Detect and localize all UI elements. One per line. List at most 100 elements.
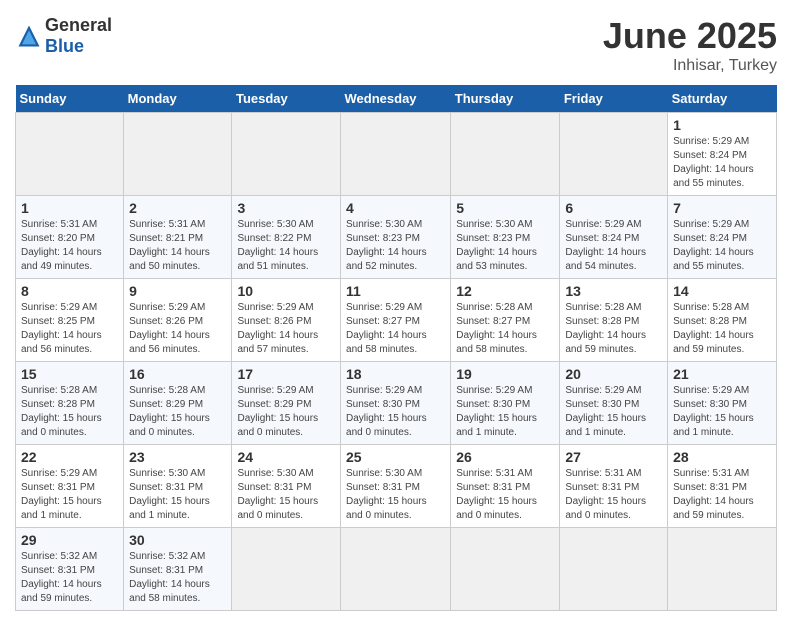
day-number: 12: [456, 283, 554, 299]
day-number: 24: [237, 449, 335, 465]
calendar-cell: 23 Sunrise: 5:30 AM Sunset: 8:31 PM Dayli…: [124, 445, 232, 528]
page-header: General Blue June 2025 Inhisar, Turkey: [15, 15, 777, 75]
day-number: 20: [565, 366, 662, 382]
calendar-cell: 19 Sunrise: 5:29 AM Sunset: 8:30 PM Dayli…: [451, 362, 560, 445]
calendar-cell: 9Sunrise: 5:29 AM Sunset: 8:26 PM Daylig…: [124, 279, 232, 362]
calendar-cell: 15 Sunrise: 5:28 AM Sunset: 8:28 PM Dayli…: [16, 362, 124, 445]
day-info: Sunrise: 5:29 AM Sunset: 8:30 PM Dayligh…: [346, 384, 445, 440]
calendar-table: SundayMondayTuesdayWednesdayThursdayFrid…: [15, 85, 777, 611]
calendar-cell: 13 Sunrise: 5:28 AM Sunset: 8:28 PM Dayli…: [560, 279, 668, 362]
day-info: Sunrise: 5:29 AM Sunset: 8:30 PM Dayligh…: [565, 384, 662, 440]
calendar-cell: 5Sunrise: 5:30 AM Sunset: 8:23 PM Daylig…: [451, 196, 560, 279]
day-info: Sunrise: 5:30 AM Sunset: 8:23 PM Dayligh…: [346, 218, 445, 274]
day-info: Sunrise: 5:29 AM Sunset: 8:27 PM Dayligh…: [346, 301, 445, 357]
day-info: Sunrise: 5:29 AM Sunset: 8:26 PM Dayligh…: [237, 301, 335, 357]
calendar-cell: 24 Sunrise: 5:30 AM Sunset: 8:31 PM Dayli…: [232, 445, 341, 528]
calendar-cell: 6Sunrise: 5:29 AM Sunset: 8:24 PM Daylig…: [560, 196, 668, 279]
calendar-cell: 4 Sunrise: 5:30 AM Sunset: 8:23 PM Daylig…: [341, 196, 451, 279]
day-number: 21: [673, 366, 771, 382]
calendar-week-row: 29 Sunrise: 5:32 AM Sunset: 8:31 PM Dayli…: [16, 528, 777, 611]
day-number: 25: [346, 449, 445, 465]
calendar-cell: [451, 113, 560, 196]
day-number: 7: [673, 200, 771, 216]
day-info: Sunrise: 5:32 AM Sunset: 8:31 PM Dayligh…: [129, 550, 226, 606]
calendar-cell: [232, 528, 341, 611]
logo-text-general: General: [45, 15, 112, 35]
calendar-cell: 26 Sunrise: 5:31 AM Sunset: 8:31 PM Dayli…: [451, 445, 560, 528]
day-number: 1: [21, 200, 118, 216]
day-number: 10: [237, 283, 335, 299]
day-number: 27: [565, 449, 662, 465]
calendar-cell: 21 Sunrise: 5:29 AM Sunset: 8:30 PM Dayli…: [668, 362, 777, 445]
day-number: 13: [565, 283, 662, 299]
day-info: Sunrise: 5:30 AM Sunset: 8:31 PM Dayligh…: [129, 467, 226, 523]
calendar-cell: [451, 528, 560, 611]
calendar-cell: 3Sunrise: 5:30 AM Sunset: 8:22 PM Daylig…: [232, 196, 341, 279]
day-info: Sunrise: 5:31 AM Sunset: 8:20 PM Dayligh…: [21, 218, 118, 274]
day-info: Sunrise: 5:32 AM Sunset: 8:31 PM Dayligh…: [21, 550, 118, 606]
day-of-week-header: Monday: [124, 85, 232, 113]
day-of-week-header: Thursday: [451, 85, 560, 113]
day-of-week-header: Friday: [560, 85, 668, 113]
day-number: 1: [673, 117, 771, 133]
day-info: Sunrise: 5:28 AM Sunset: 8:27 PM Dayligh…: [456, 301, 554, 357]
day-number: 19: [456, 366, 554, 382]
day-info: Sunrise: 5:31 AM Sunset: 8:31 PM Dayligh…: [673, 467, 771, 523]
day-number: 30: [129, 532, 226, 548]
day-number: 3: [237, 200, 335, 216]
day-number: 6: [565, 200, 662, 216]
calendar-cell: 29 Sunrise: 5:32 AM Sunset: 8:31 PM Dayli…: [16, 528, 124, 611]
calendar-cell: 12 Sunrise: 5:28 AM Sunset: 8:27 PM Dayli…: [451, 279, 560, 362]
day-number: 9: [129, 283, 226, 299]
day-number: 17: [237, 366, 335, 382]
calendar-week-row: 1 Sunrise: 5:29 AM Sunset: 8:24 PM Daylig…: [16, 113, 777, 196]
calendar-cell: 28 Sunrise: 5:31 AM Sunset: 8:31 PM Dayli…: [668, 445, 777, 528]
day-info: Sunrise: 5:29 AM Sunset: 8:30 PM Dayligh…: [456, 384, 554, 440]
day-info: Sunrise: 5:29 AM Sunset: 8:30 PM Dayligh…: [673, 384, 771, 440]
day-of-week-header: Saturday: [668, 85, 777, 113]
day-info: Sunrise: 5:29 AM Sunset: 8:29 PM Dayligh…: [237, 384, 335, 440]
calendar-cell: 20 Sunrise: 5:29 AM Sunset: 8:30 PM Dayli…: [560, 362, 668, 445]
calendar-cell: 1 Sunrise: 5:31 AM Sunset: 8:20 PM Daylig…: [16, 196, 124, 279]
calendar-cell: [16, 113, 124, 196]
day-number: 28: [673, 449, 771, 465]
day-number: 23: [129, 449, 226, 465]
logo-icon: [15, 22, 43, 50]
day-info: Sunrise: 5:29 AM Sunset: 8:24 PM Dayligh…: [673, 218, 771, 274]
day-number: 4: [346, 200, 445, 216]
calendar-cell: 11 Sunrise: 5:29 AM Sunset: 8:27 PM Dayli…: [341, 279, 451, 362]
location-title: Inhisar, Turkey: [603, 57, 777, 75]
day-number: 15: [21, 366, 118, 382]
day-info: Sunrise: 5:31 AM Sunset: 8:31 PM Dayligh…: [456, 467, 554, 523]
calendar-cell: [341, 528, 451, 611]
day-info: Sunrise: 5:28 AM Sunset: 8:28 PM Dayligh…: [565, 301, 662, 357]
calendar-week-row: 8Sunrise: 5:29 AM Sunset: 8:25 PM Daylig…: [16, 279, 777, 362]
day-info: Sunrise: 5:31 AM Sunset: 8:21 PM Dayligh…: [129, 218, 226, 274]
day-number: 2: [129, 200, 226, 216]
month-title: June 2025: [603, 15, 777, 57]
day-number: 29: [21, 532, 118, 548]
calendar-cell: 10 Sunrise: 5:29 AM Sunset: 8:26 PM Dayli…: [232, 279, 341, 362]
day-info: Sunrise: 5:30 AM Sunset: 8:31 PM Dayligh…: [237, 467, 335, 523]
calendar-cell: 30 Sunrise: 5:32 AM Sunset: 8:31 PM Dayli…: [124, 528, 232, 611]
calendar-cell: 17 Sunrise: 5:29 AM Sunset: 8:29 PM Dayli…: [232, 362, 341, 445]
day-number: 16: [129, 366, 226, 382]
day-info: Sunrise: 5:29 AM Sunset: 8:24 PM Dayligh…: [673, 135, 771, 191]
day-info: Sunrise: 5:30 AM Sunset: 8:23 PM Dayligh…: [456, 218, 554, 274]
calendar-week-row: 15 Sunrise: 5:28 AM Sunset: 8:28 PM Dayli…: [16, 362, 777, 445]
calendar-cell: 8Sunrise: 5:29 AM Sunset: 8:25 PM Daylig…: [16, 279, 124, 362]
day-info: Sunrise: 5:28 AM Sunset: 8:28 PM Dayligh…: [21, 384, 118, 440]
calendar-cell: 14Sunrise: 5:28 AM Sunset: 8:28 PM Dayli…: [668, 279, 777, 362]
day-info: Sunrise: 5:28 AM Sunset: 8:29 PM Dayligh…: [129, 384, 226, 440]
calendar-cell: 22Sunrise: 5:29 AM Sunset: 8:31 PM Dayli…: [16, 445, 124, 528]
day-number: 8: [21, 283, 118, 299]
day-number: 14: [673, 283, 771, 299]
day-number: 11: [346, 283, 445, 299]
calendar-cell: [560, 113, 668, 196]
day-number: 26: [456, 449, 554, 465]
title-block: June 2025 Inhisar, Turkey: [603, 15, 777, 75]
calendar-cell: 7 Sunrise: 5:29 AM Sunset: 8:24 PM Daylig…: [668, 196, 777, 279]
calendar-cell: 18Sunrise: 5:29 AM Sunset: 8:30 PM Dayli…: [341, 362, 451, 445]
calendar-cell: [668, 528, 777, 611]
logo: General Blue: [15, 15, 112, 57]
